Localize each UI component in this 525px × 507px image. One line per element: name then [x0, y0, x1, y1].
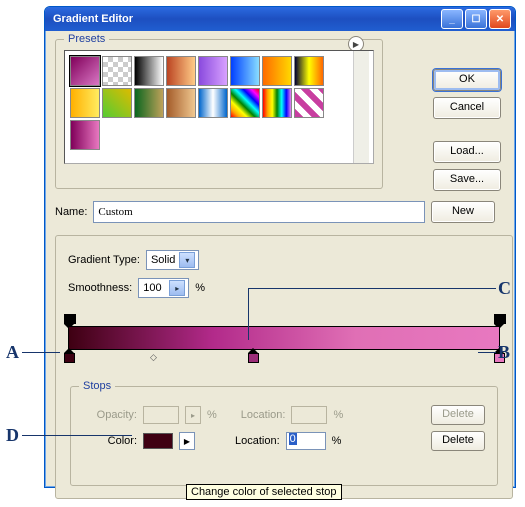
- window-title: Gradient Editor: [53, 13, 439, 25]
- gradient-type-label: Gradient Type:: [68, 254, 140, 266]
- stops-group: Stops Opacity: ▸ % Location: % Delete Co…: [70, 386, 498, 486]
- opacity-stop-left[interactable]: [64, 314, 74, 326]
- annotation-a: A: [6, 342, 19, 363]
- annotation-b-line: [478, 352, 496, 353]
- preset-swatch[interactable]: [262, 88, 292, 118]
- preset-swatch[interactable]: [294, 88, 324, 118]
- preset-swatch[interactable]: [294, 56, 324, 86]
- gradient-ramp[interactable]: ◇: [68, 316, 500, 366]
- midpoint-marker[interactable]: ◇: [150, 352, 157, 363]
- opacity-delete-button: Delete: [431, 405, 485, 425]
- gradient-bar[interactable]: [68, 326, 500, 350]
- smoothness-value: 100: [143, 282, 165, 294]
- maximize-button[interactable]: ☐: [465, 9, 487, 29]
- color-location-label: Location:: [235, 435, 280, 447]
- color-location-unit: %: [332, 435, 342, 447]
- preset-swatch[interactable]: [102, 56, 132, 86]
- annotation-c: C: [498, 278, 511, 299]
- opacity-arrow-icon: ▸: [185, 406, 201, 424]
- smoothness-input[interactable]: 100 ▸: [138, 278, 189, 298]
- chevron-down-icon: ▾: [179, 252, 195, 268]
- color-label: Color:: [89, 435, 137, 447]
- preset-swatches: [65, 51, 353, 163]
- stops-legend: Stops: [79, 380, 115, 392]
- minimize-button[interactable]: _: [441, 9, 463, 29]
- preset-swatch[interactable]: [198, 56, 228, 86]
- color-stop-a[interactable]: [64, 348, 74, 362]
- opacity-label: Opacity:: [89, 409, 137, 421]
- name-row: Name: New: [55, 201, 495, 223]
- ok-button[interactable]: OK: [433, 69, 501, 91]
- save-button[interactable]: Save...: [433, 169, 501, 191]
- titlebar[interactable]: Gradient Editor _ ☐ ✕: [45, 7, 515, 31]
- color-swatch[interactable]: [143, 433, 173, 449]
- opacity-input: [143, 406, 179, 424]
- opacity-location-label: Location:: [241, 409, 286, 421]
- name-input[interactable]: [93, 201, 425, 223]
- preset-swatch[interactable]: [230, 56, 260, 86]
- presets-group: Presets ▶: [55, 39, 383, 189]
- preset-swatch[interactable]: [166, 88, 196, 118]
- preset-swatch[interactable]: [102, 88, 132, 118]
- color-location-input[interactable]: 0: [286, 432, 326, 450]
- color-arrow-icon[interactable]: ▶: [179, 432, 195, 450]
- arrow-right-icon: ▸: [169, 280, 185, 296]
- close-button[interactable]: ✕: [489, 9, 511, 29]
- preset-swatch[interactable]: [262, 56, 292, 86]
- opacity-stop-right[interactable]: [494, 314, 504, 326]
- annotation-b: B: [498, 342, 510, 363]
- presets-area: [64, 50, 374, 164]
- gradient-type-dropdown[interactable]: Solid ▾: [146, 250, 199, 270]
- preset-swatch[interactable]: [134, 56, 164, 86]
- annotation-d: D: [6, 425, 19, 446]
- presets-legend: Presets: [64, 33, 109, 45]
- annotation-d-line: [22, 435, 132, 436]
- smoothness-unit: %: [195, 282, 205, 294]
- gradient-settings-group: Gradient Type: Solid ▾ Smoothness: 100 ▸…: [55, 235, 513, 499]
- gradient-type-value: Solid: [151, 254, 175, 266]
- annotation-c-line: [248, 288, 496, 289]
- preset-swatch[interactable]: [70, 88, 100, 118]
- color-delete-button[interactable]: Delete: [431, 431, 485, 451]
- presets-scrollbar[interactable]: [353, 51, 369, 163]
- annotation-a-line: [22, 352, 60, 353]
- color-stop-c[interactable]: [248, 348, 258, 362]
- preset-swatch[interactable]: [166, 56, 196, 86]
- load-button[interactable]: Load...: [433, 141, 501, 163]
- preset-swatch[interactable]: [134, 88, 164, 118]
- annotation-c-vline: [248, 288, 249, 340]
- cancel-button[interactable]: Cancel: [433, 97, 501, 119]
- action-buttons: OK Cancel Load... Save...: [433, 69, 501, 191]
- name-label: Name:: [55, 206, 87, 218]
- gradient-editor-window: Gradient Editor _ ☐ ✕ OK Cancel Load... …: [44, 6, 516, 488]
- opacity-unit: %: [207, 409, 217, 421]
- new-button[interactable]: New: [431, 201, 495, 223]
- smoothness-label: Smoothness:: [68, 282, 132, 294]
- preset-swatch[interactable]: [70, 120, 100, 150]
- preset-swatch[interactable]: [230, 88, 260, 118]
- preset-swatch[interactable]: [198, 88, 228, 118]
- opacity-location-input: [291, 406, 327, 424]
- preset-swatch[interactable]: [70, 56, 100, 86]
- tooltip: Change color of selected stop: [186, 484, 342, 500]
- opacity-location-unit: %: [333, 409, 343, 421]
